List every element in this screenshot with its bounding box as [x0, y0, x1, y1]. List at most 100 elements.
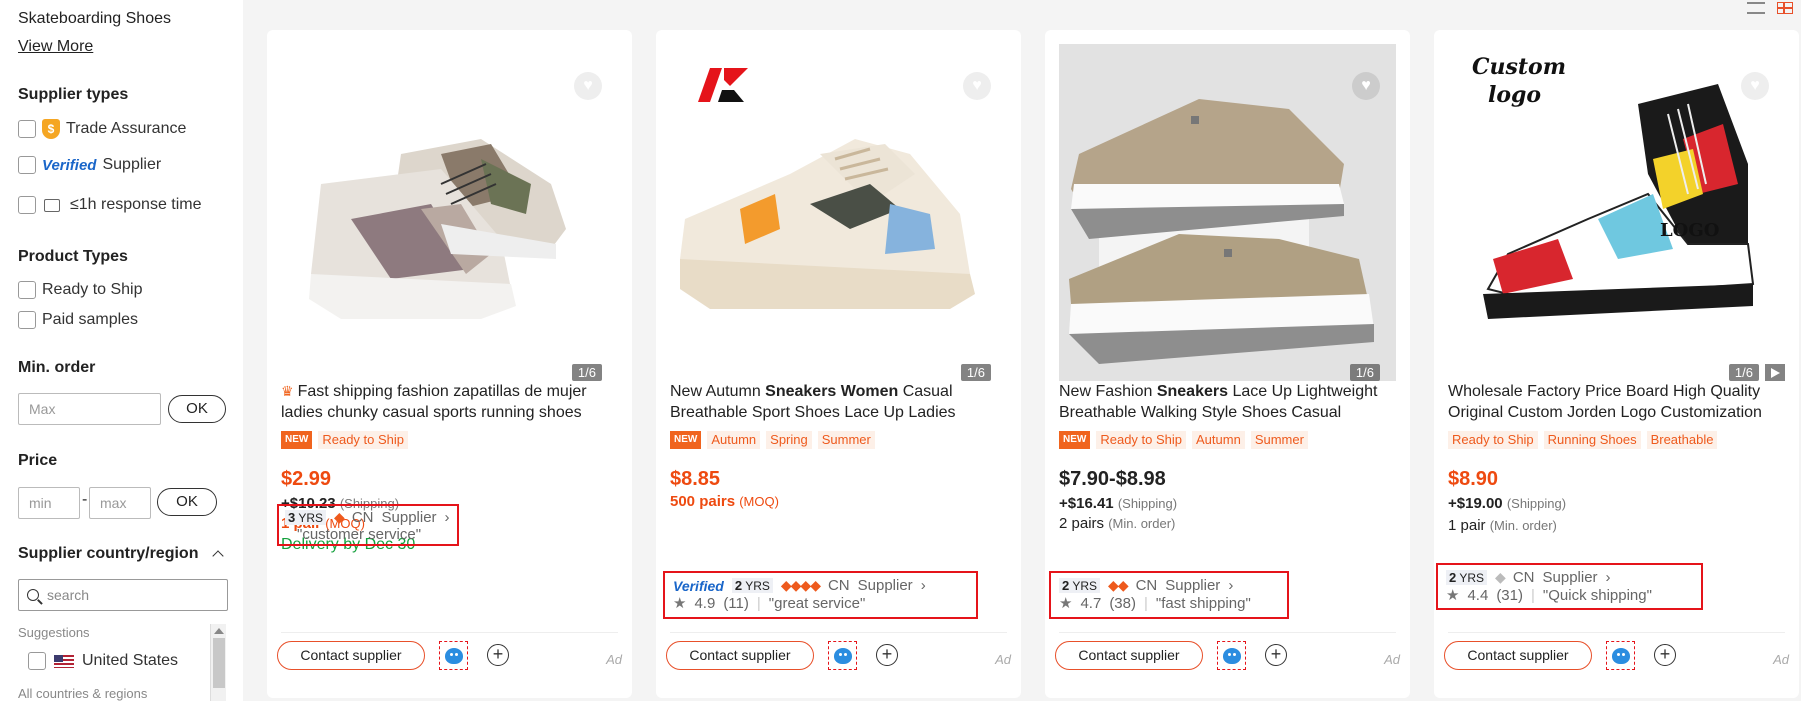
filter-trade-assurance[interactable]: $ Trade Assurance — [18, 119, 186, 139]
add-compare-icon[interactable]: + — [1654, 644, 1676, 666]
response-time-checkbox[interactable] — [18, 196, 36, 214]
years-badge: 2 YRS — [1059, 578, 1101, 593]
united-states-checkbox[interactable] — [28, 652, 46, 670]
chat-bot-button[interactable] — [1217, 641, 1246, 670]
country-search-placeholder: search — [47, 587, 90, 603]
list-view-icon[interactable] — [1747, 2, 1765, 14]
tag: Autumn — [1192, 431, 1245, 449]
ad-label: Ad — [1384, 652, 1400, 667]
tag: Summer — [817, 431, 875, 449]
favorite-heart-icon[interactable]: ♥ — [963, 72, 991, 100]
image-counter: 1/6 — [1728, 364, 1759, 381]
supplier-label: Supplier — [857, 577, 913, 594]
product-card[interactable]: ♥ 1/6 New Fashion Sneakers Lace Up Light… — [1045, 30, 1410, 698]
product-image[interactable]: Custom logo LOGO ♥ 1/6 — [1448, 44, 1785, 381]
paid-samples-label: Paid samples — [42, 311, 139, 328]
product-tags: NEW Ready to Ship Autumn Summer — [1059, 431, 1308, 449]
chat-icon — [44, 198, 60, 212]
filter-response-time[interactable]: ≤1h response time — [18, 196, 202, 214]
chevron-right-icon: › — [1228, 577, 1234, 594]
filter-sidebar: Skateboarding Shoes View More Supplier t… — [0, 0, 243, 701]
product-title[interactable]: New Fashion Sneakers Lace Up Lightweight… — [1059, 381, 1399, 423]
add-compare-icon[interactable]: + — [876, 644, 898, 666]
price-heading: Price — [18, 452, 58, 469]
filter-verified-supplier[interactable]: Verified Supplier — [18, 156, 161, 174]
verified-logo: Verified — [673, 577, 724, 594]
supplier-types-heading: Supplier types — [18, 86, 129, 103]
trade-assurance-icon: $ — [42, 119, 60, 139]
country-search-input[interactable]: search — [18, 579, 228, 611]
favorite-heart-icon[interactable]: ♥ — [1352, 72, 1380, 100]
grid-view-icon[interactable] — [1777, 2, 1793, 14]
add-compare-icon[interactable]: + — [487, 644, 509, 666]
country-heading[interactable]: Supplier country/region — [18, 545, 198, 563]
trade-assurance-label: Trade Assurance — [66, 120, 187, 137]
price-min-input[interactable]: min — [18, 487, 80, 519]
tag: Summer — [1250, 431, 1308, 449]
supplier-info-box[interactable]: 3 YRS ◆ CN Supplier › "customer service" — [277, 504, 459, 546]
contact-supplier-button[interactable]: Contact supplier — [666, 641, 814, 670]
contact-supplier-button[interactable]: Contact supplier — [1444, 641, 1592, 670]
chat-bot-button[interactable] — [439, 641, 468, 670]
tag: Ready to Ship — [1448, 431, 1538, 449]
image-counter: 1/6 — [571, 364, 602, 381]
category-item[interactable]: Skateboarding Shoes — [18, 10, 171, 28]
min-order-ok-button[interactable]: OK — [168, 395, 226, 423]
all-countries-label[interactable]: All countries & regions — [18, 686, 147, 701]
price-max-input[interactable]: max — [89, 487, 151, 519]
ready-to-ship-checkbox[interactable] — [18, 281, 36, 299]
product-tags: NEW Autumn Spring Summer — [670, 431, 875, 449]
product-image[interactable]: ♥ 1/6 — [1059, 44, 1396, 381]
product-card[interactable]: ♥ 1/6 ♛ Fast shipping fashion zapatillas … — [267, 30, 632, 698]
price-ok-button[interactable]: OK — [157, 488, 217, 516]
product-card[interactable]: ♥ 1/6 New Autumn Sneakers Women Casual B… — [656, 30, 1021, 698]
chat-bot-icon — [833, 647, 852, 664]
ad-label: Ad — [606, 652, 622, 667]
product-card[interactable]: Custom logo LOGO ♥ 1/6 Wholesale Factory… — [1434, 30, 1799, 698]
chat-bot-icon — [1611, 647, 1630, 664]
view-more-link[interactable]: View More — [18, 38, 93, 56]
product-title[interactable]: New Autumn Sneakers Women Casual Breatha… — [670, 381, 1010, 423]
response-time-label: ≤1h response time — [70, 196, 202, 213]
supplier-country: CN — [1512, 569, 1535, 586]
divider — [670, 632, 1007, 633]
image-counter: 1/6 — [960, 364, 991, 381]
shoe-image — [1059, 44, 1396, 381]
min-order-input[interactable]: Max — [18, 393, 161, 425]
filter-paid-samples[interactable]: Paid samples — [18, 311, 138, 329]
verified-supplier-checkbox[interactable] — [18, 156, 36, 174]
ad-label: Ad — [1773, 652, 1789, 667]
contact-supplier-button[interactable]: Contact supplier — [277, 641, 425, 670]
product-title[interactable]: ♛ Fast shipping fashion zapatillas de muj… — [281, 381, 621, 423]
contact-supplier-button[interactable]: Contact supplier — [1055, 641, 1203, 670]
country-list-scrollbar[interactable] — [210, 624, 226, 701]
diamond-icon: ◆◆ — [1108, 577, 1129, 593]
product-title[interactable]: Wholesale Factory Price Board High Quali… — [1448, 381, 1788, 423]
product-types-heading: Product Types — [18, 248, 128, 265]
product-image[interactable]: ♥ 1/6 — [670, 44, 1007, 381]
filter-ready-to-ship[interactable]: Ready to Ship — [18, 281, 143, 299]
supplier-info-box[interactable]: 2 YRS ◆◆ CN Supplier › ★ 4.7 (38) | "fas… — [1049, 571, 1289, 619]
add-compare-icon[interactable]: + — [1265, 644, 1287, 666]
diamond-icon: ◆ — [334, 509, 345, 525]
favorite-heart-icon[interactable]: ♥ — [574, 72, 602, 100]
scroll-thumb[interactable] — [212, 638, 225, 688]
chat-bot-button[interactable] — [828, 641, 857, 670]
product-tags: Ready to Ship Running Shoes Breathable — [1448, 431, 1718, 449]
play-video-icon[interactable] — [1765, 364, 1785, 381]
chat-bot-button[interactable] — [1606, 641, 1635, 670]
verified-supplier-label: Supplier — [102, 156, 162, 173]
paid-samples-checkbox[interactable] — [18, 311, 36, 329]
chevron-up-icon[interactable] — [212, 550, 224, 562]
trade-assurance-checkbox[interactable] — [18, 120, 36, 138]
supplier-info-box[interactable]: Verified 2 YRS ◆◆◆◆ CN Supplier › ★ 4.9 … — [663, 571, 978, 619]
supplier-info-box[interactable]: 2 YRS ◆ CN Supplier › ★ 4.4 (31) | "Quic… — [1436, 563, 1703, 610]
view-toggle — [1747, 2, 1793, 14]
filter-united-states[interactable]: United States — [28, 652, 178, 670]
favorite-heart-icon[interactable]: ♥ — [1741, 72, 1769, 100]
scroll-up-arrow-icon[interactable] — [213, 628, 224, 634]
brand-logo — [698, 68, 748, 102]
product-image[interactable]: ♥ 1/6 — [281, 44, 618, 381]
rating: 4.4 — [1467, 586, 1489, 604]
image-text-logo: logo — [1488, 82, 1542, 108]
